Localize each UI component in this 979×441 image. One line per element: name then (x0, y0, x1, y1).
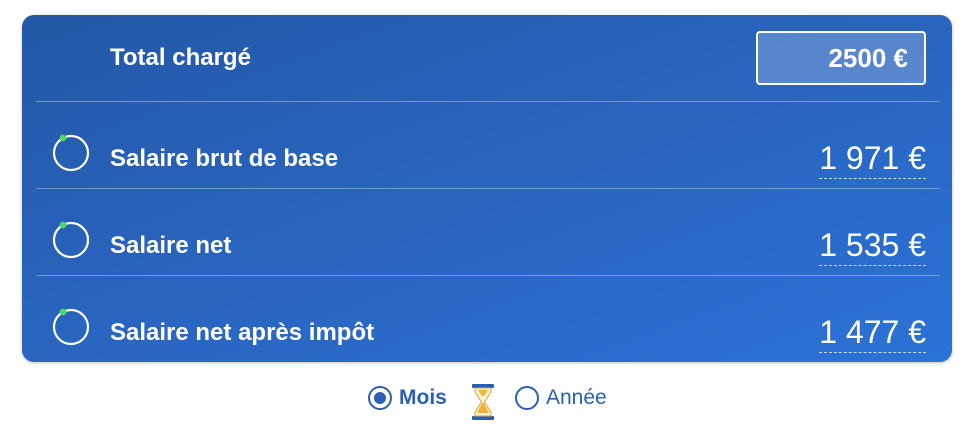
salary-row-value[interactable]: 1 971 € (819, 140, 926, 179)
period-option-year[interactable]: Année (515, 386, 607, 410)
salary-row-net: Salaire net 1 535 € (36, 188, 940, 275)
salary-row-gross: Salaire brut de base 1 971 € (36, 101, 940, 188)
salary-row-value[interactable]: 1 535 € (819, 227, 926, 266)
period-selector: Mois Année (0, 382, 979, 426)
total-charge-row: Total chargé (36, 15, 940, 101)
radio-month[interactable] (368, 386, 392, 410)
salary-results-panel: Total chargé Salaire brut de base 1 971 … (22, 15, 952, 362)
salary-row-label: Salaire brut de base (110, 145, 339, 172)
period-option-label: Année (546, 386, 607, 409)
period-option-label: Mois (399, 386, 447, 409)
salary-row-net-after-tax: Salaire net après impôt 1 477 € (36, 275, 940, 362)
circle-progress-icon (52, 134, 90, 172)
radio-selected-dot (374, 392, 386, 404)
radio-year[interactable] (515, 386, 539, 410)
salary-row-value[interactable]: 1 477 € (819, 314, 926, 353)
total-charge-input[interactable] (756, 31, 926, 85)
period-option-month[interactable]: Mois (368, 386, 447, 410)
circle-progress-icon (52, 308, 90, 346)
salary-row-label: Salaire net (110, 232, 232, 259)
hourglass-icon (472, 384, 494, 420)
total-charge-label: Total chargé (110, 44, 251, 71)
circle-progress-icon (52, 221, 90, 259)
salary-row-label: Salaire net après impôt (110, 319, 375, 346)
